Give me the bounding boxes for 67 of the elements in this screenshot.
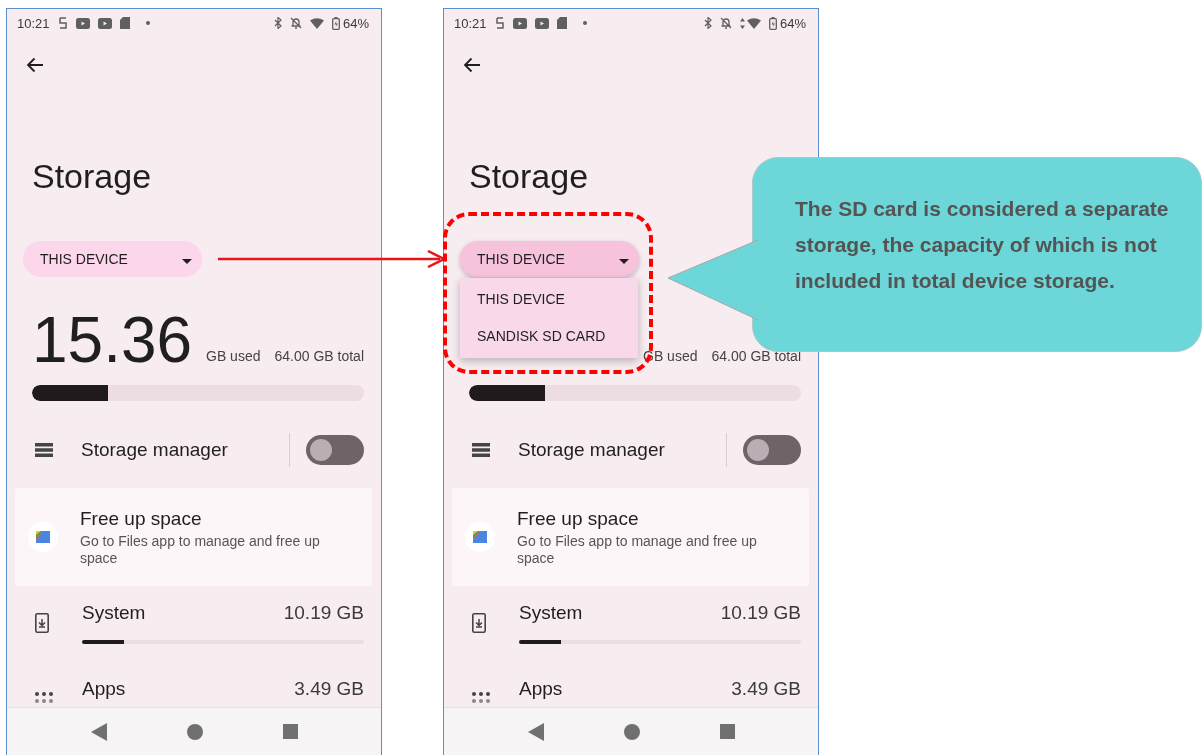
bell-off-icon bbox=[719, 17, 732, 29]
battery-icon bbox=[768, 16, 777, 30]
total-label: 64.00 GB total bbox=[274, 348, 364, 364]
sd-card-icon bbox=[119, 17, 130, 29]
menu-item[interactable]: THIS DEVICE bbox=[460, 281, 638, 318]
category-name: Apps bbox=[82, 677, 126, 701]
bluetooth-icon bbox=[703, 17, 712, 29]
list-icon bbox=[472, 443, 490, 457]
callout-text: The SD card is considered a separate storage, the capacity of which is not included in total device storage. bbox=[795, 196, 1170, 294]
phone-download-icon bbox=[472, 613, 486, 633]
dot-icon bbox=[582, 21, 587, 25]
category-name: Apps bbox=[519, 677, 563, 701]
back-arrow-icon[interactable] bbox=[463, 57, 481, 73]
free-up-subtitle: Go to Files app to manage and free up space bbox=[517, 533, 758, 567]
dot-icon bbox=[145, 21, 150, 25]
category-name: System bbox=[519, 601, 583, 625]
dots-grid-icon bbox=[35, 692, 53, 703]
free-up-card[interactable]: Free up space Go to Files app to manage and free up space bbox=[15, 488, 372, 586]
home-circle-icon[interactable] bbox=[186, 723, 203, 740]
free-up-card[interactable]: Free up space Go to Files app to manage and free up space bbox=[452, 488, 809, 586]
storage-dropdown[interactable]: THIS DEVICE bbox=[23, 241, 202, 277]
recents-square-icon[interactable] bbox=[719, 724, 735, 739]
video-icon bbox=[75, 17, 90, 29]
caret-icon bbox=[182, 258, 192, 264]
status-time: 10:21 bbox=[454, 15, 487, 31]
recents-square-icon[interactable] bbox=[282, 724, 298, 739]
storage-manager-switch[interactable] bbox=[743, 435, 801, 465]
category-name: System bbox=[82, 601, 146, 625]
page-title: Storage bbox=[469, 156, 590, 196]
storage-dropdown[interactable]: THIS DEVICE bbox=[460, 241, 639, 277]
storage-manager-label: Storage manager bbox=[81, 439, 229, 461]
menu-item[interactable]: SANDISK SD CARD bbox=[460, 318, 638, 355]
category-size: 3.49 GB bbox=[731, 677, 801, 701]
page-title: Storage bbox=[32, 156, 153, 196]
caret-icon bbox=[619, 258, 629, 264]
back-arrow-icon[interactable] bbox=[26, 57, 44, 73]
category-size: 3.49 GB bbox=[294, 677, 364, 701]
phone-download-icon bbox=[35, 613, 49, 633]
list-icon bbox=[35, 443, 53, 457]
folder-icon bbox=[465, 522, 495, 552]
battery-icon bbox=[331, 16, 340, 30]
home-circle-icon[interactable] bbox=[623, 723, 640, 740]
back-triangle-icon[interactable] bbox=[527, 722, 544, 741]
video-icon bbox=[97, 17, 112, 29]
category-size: 10.19 GB bbox=[720, 601, 801, 625]
dots-grid-icon bbox=[472, 692, 490, 703]
battery-percentage: 64% bbox=[342, 15, 369, 31]
bluetooth-icon bbox=[273, 17, 282, 29]
total-label: 64.00 GB total bbox=[711, 348, 801, 364]
back-triangle-icon[interactable] bbox=[90, 722, 107, 741]
storage-manager-switch[interactable] bbox=[306, 435, 364, 465]
video-icon bbox=[534, 17, 549, 29]
free-up-title: Free up space bbox=[517, 507, 640, 531]
status-time: 10:21 bbox=[17, 15, 50, 31]
sim-icon bbox=[494, 17, 505, 29]
free-up-title: Free up space bbox=[80, 507, 203, 531]
category-size: 10.19 GB bbox=[283, 601, 364, 625]
used-label: GB used bbox=[206, 348, 261, 364]
sd-card-icon bbox=[556, 17, 567, 29]
free-up-subtitle: Go to Files app to manage and free up space bbox=[80, 533, 321, 567]
video-icon bbox=[512, 17, 527, 29]
sim-icon bbox=[57, 17, 68, 29]
storage-manager-label: Storage manager bbox=[518, 439, 666, 461]
bell-off-icon bbox=[289, 17, 302, 29]
used-amount: 15.36 bbox=[32, 304, 193, 376]
battery-percentage: 64% bbox=[779, 15, 806, 31]
folder-icon bbox=[28, 522, 58, 552]
